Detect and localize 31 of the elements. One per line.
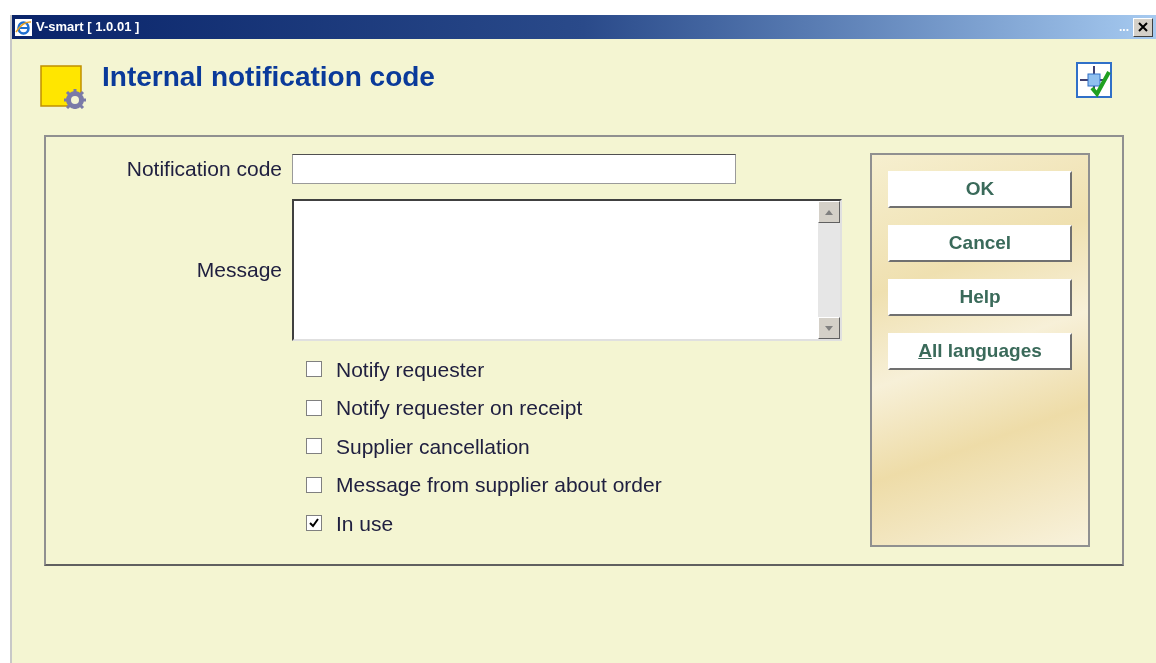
checkbox-label: Supplier cancellation [336,433,530,460]
scroll-down-button[interactable] [818,317,840,339]
checkbox[interactable] [306,438,322,455]
up-arrow-icon [825,209,833,215]
scrollbar[interactable] [818,201,840,339]
checkbox[interactable] [306,476,322,493]
action-button[interactable]: Cancel [888,225,1072,262]
checkbox[interactable] [306,361,322,378]
action-button[interactable]: All languages [888,333,1072,370]
checkbox[interactable] [306,515,322,532]
checkbox-label: In use [336,510,394,537]
checkbox-label: Message from supplier about order [336,472,662,498]
scroll-up-button[interactable] [818,201,840,223]
message-field[interactable] [292,199,842,341]
settings-document-icon [40,65,88,109]
field-label: Notification code [125,156,283,183]
notification-code-field[interactable] [292,154,736,184]
window-title: V-smart [ 1.0.01 ] [36,18,140,37]
checkbox-label: Notify requester on receipt [336,395,583,421]
field-label: Message [195,257,283,284]
close-icon [1138,22,1148,32]
down-arrow-icon [825,325,833,331]
checkbox-label: Notify requester [336,356,485,383]
browser-icon [15,18,32,36]
page-heading: Internal notification code [102,60,435,94]
checkbox[interactable] [306,399,322,416]
action-button[interactable]: OK [888,171,1072,208]
close-button[interactable] [1133,17,1153,37]
window-ellipsis: ... [1119,19,1129,36]
action-button[interactable]: Help [888,279,1072,316]
resize-check-icon[interactable] [1076,62,1112,98]
